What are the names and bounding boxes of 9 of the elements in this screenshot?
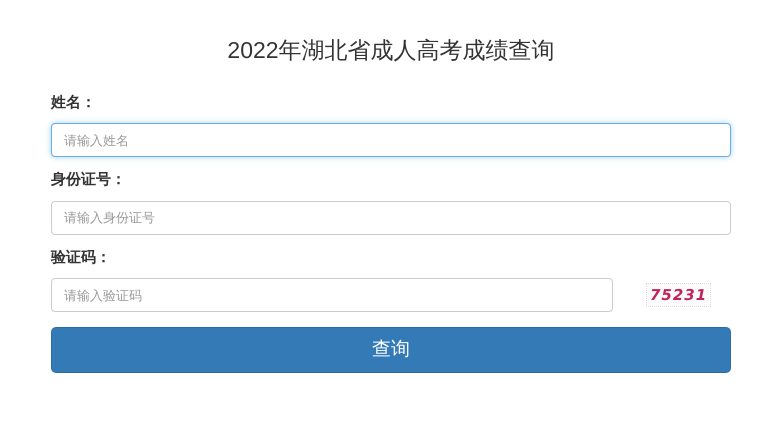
input-field[interactable]: 请输入身份证号 <box>51 200 731 234</box>
page-title: 2022年湖北省成人高考成绩查询 <box>226 36 556 65</box>
field-label: 验证码： <box>51 248 111 268</box>
search-button[interactable]: 查询 <box>51 327 731 373</box>
field-label: 身份证号： <box>51 170 126 190</box>
field-label: 姓名： <box>51 92 96 112</box>
input-field[interactable]: 请输入验证码 <box>51 278 613 312</box>
captcha-image[interactable]: 75231 <box>646 282 712 308</box>
input-field[interactable]: 请输入姓名 <box>51 123 731 157</box>
